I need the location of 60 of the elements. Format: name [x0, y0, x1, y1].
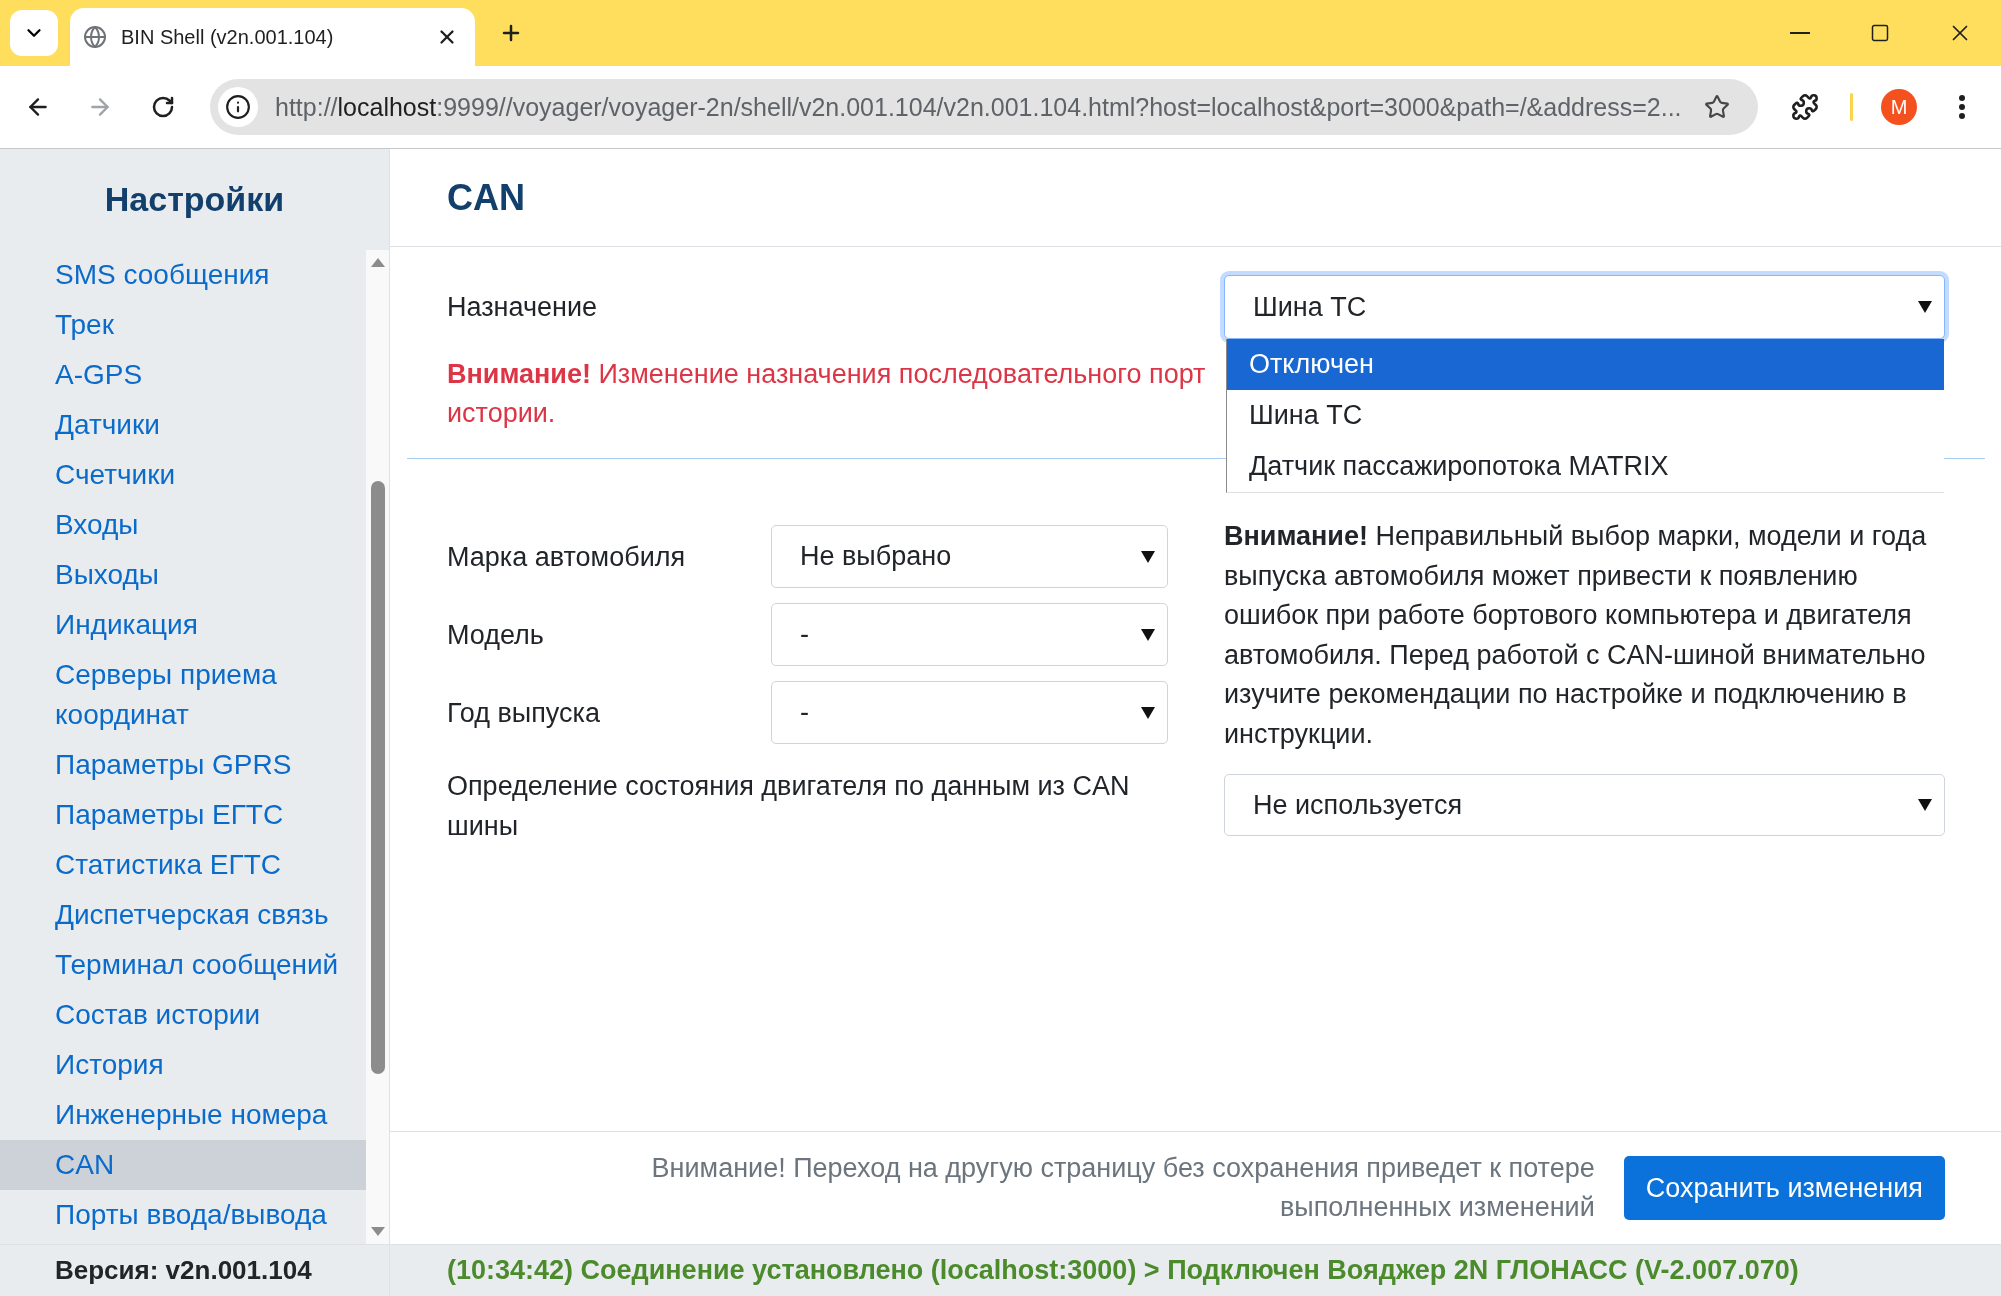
scroll-up-arrow-icon[interactable]: [370, 258, 385, 267]
caret-down-icon: [1141, 706, 1155, 719]
unsaved-changes-note: Внимание! Переход на другую страницу без сохранения приведет к потере выполненных изменений: [650, 1152, 1595, 1224]
sidebar-nav-link[interactable]: Выходы: [0, 550, 366, 600]
vehicle-select[interactable]: Не выбрано: [771, 525, 1168, 588]
sidebar-nav-link[interactable]: Серверы приема координат: [0, 650, 366, 740]
version-text: Версия: v2n.001.104: [55, 1255, 312, 1286]
save-button[interactable]: Сохранить изменения: [1623, 1156, 1945, 1220]
sidebar-nav-link[interactable]: Инженерные номера: [0, 1090, 366, 1140]
sidebar-nav-link[interactable]: CAN: [0, 1140, 366, 1190]
sidebar-nav-link[interactable]: Статистика ЕГТС: [0, 840, 366, 890]
vehicle-select[interactable]: -: [771, 681, 1168, 744]
scroll-down-arrow-icon[interactable]: [370, 1227, 385, 1236]
browser-tab[interactable]: BIN Shell (v2n.001.104): [70, 8, 475, 66]
puzzle-icon: [1791, 93, 1819, 121]
sidebar-nav-link[interactable]: Трек: [0, 300, 366, 350]
dropdown-option[interactable]: Отключен: [1227, 339, 1944, 390]
sidebar-nav-link[interactable]: Порты ввода/вывода: [0, 1190, 366, 1240]
field-label: Модель: [447, 618, 545, 652]
maximize-icon: [1870, 23, 1890, 43]
engine-state-select[interactable]: Не используется: [1224, 774, 1945, 836]
caret-down-icon: [1141, 550, 1155, 563]
field-label: Определение состояния двигателя по данным из CAN шины: [447, 770, 1131, 843]
vehicle-select[interactable]: -: [771, 603, 1168, 666]
sidebar-title: Настройки: [104, 180, 285, 219]
star-icon: [1704, 94, 1730, 120]
field-label: Марка автомобиля: [447, 540, 687, 574]
field-label: Год выпуска: [447, 696, 601, 730]
sidebar-nav-link[interactable]: Терминал сообщений: [0, 940, 366, 990]
vehicle-warning-text: Внимание! Неправильный выбор марки, модели и года выпуска автомобиля может привести к появлению ошибок при работе бортового компьютера и двигателя автомобиля. Перед работой с CAN-шиной внимательно изучите рекомендации по настройке и подключению в инструкции.: [1224, 520, 1928, 751]
purpose-select[interactable]: Шина ТС: [1224, 275, 1945, 339]
field-label: Назначение: [447, 291, 599, 324]
sidebar-nav-link[interactable]: Счетчики: [0, 450, 366, 500]
address-bar[interactable]: http://localhost:9999//voyager/voyager-2n/shell/v2n.001.104/v2n.001.104.html?host=localhost&port=3000&path=/&address=2...: [210, 79, 1758, 135]
info-icon[interactable]: [218, 87, 258, 127]
caret-down-icon: [1918, 799, 1932, 811]
scrollbar-track[interactable]: [366, 250, 389, 1244]
sidebar-nav-link[interactable]: Состав истории: [0, 990, 366, 1040]
globe-icon: [83, 25, 107, 49]
reload-icon: [151, 95, 175, 119]
menu-icon: [1959, 95, 1965, 119]
sidebar-nav-link[interactable]: Входы: [0, 500, 366, 550]
warning-text: Внимание! Изменение назначения последовательного порт: [447, 358, 1206, 391]
sidebar-nav-link[interactable]: Датчики: [0, 400, 366, 450]
sidebar-nav-link[interactable]: Диспетчерская связь: [0, 890, 366, 940]
warning-text: истории.: [447, 397, 556, 430]
url-text: http://localhost:9999//voyager/voyager-2n/shell/v2n.001.104/v2n.001.104.html?host=localhost&port=3000&path=/&address=2...: [275, 92, 1682, 122]
minimize-icon: [1790, 32, 1810, 34]
caret-down-icon: [1918, 301, 1932, 313]
sidebar-nav-link[interactable]: Индикация: [0, 600, 366, 650]
page-title: CAN: [447, 176, 525, 219]
sidebar-nav-link[interactable]: SMS сообщения: [0, 250, 366, 300]
sidebar-nav-link[interactable]: Параметры ЕГТС: [0, 790, 366, 840]
sidebar-nav-link[interactable]: Параметры GPRS: [0, 740, 366, 790]
connection-status-text: (10:34:42) Соединение установлено (localhost:3000) > Подключен Вояджер 2N ГЛОНАСС (V-2.007.070): [447, 1255, 1799, 1286]
sidebar-nav-link[interactable]: A-GPS: [0, 350, 366, 400]
caret-down-icon: [1141, 628, 1155, 641]
sidebar-nav-link[interactable]: История: [0, 1040, 366, 1090]
profile-button[interactable]: M: [1881, 89, 1917, 125]
scrollbar-thumb[interactable]: [370, 481, 385, 1074]
